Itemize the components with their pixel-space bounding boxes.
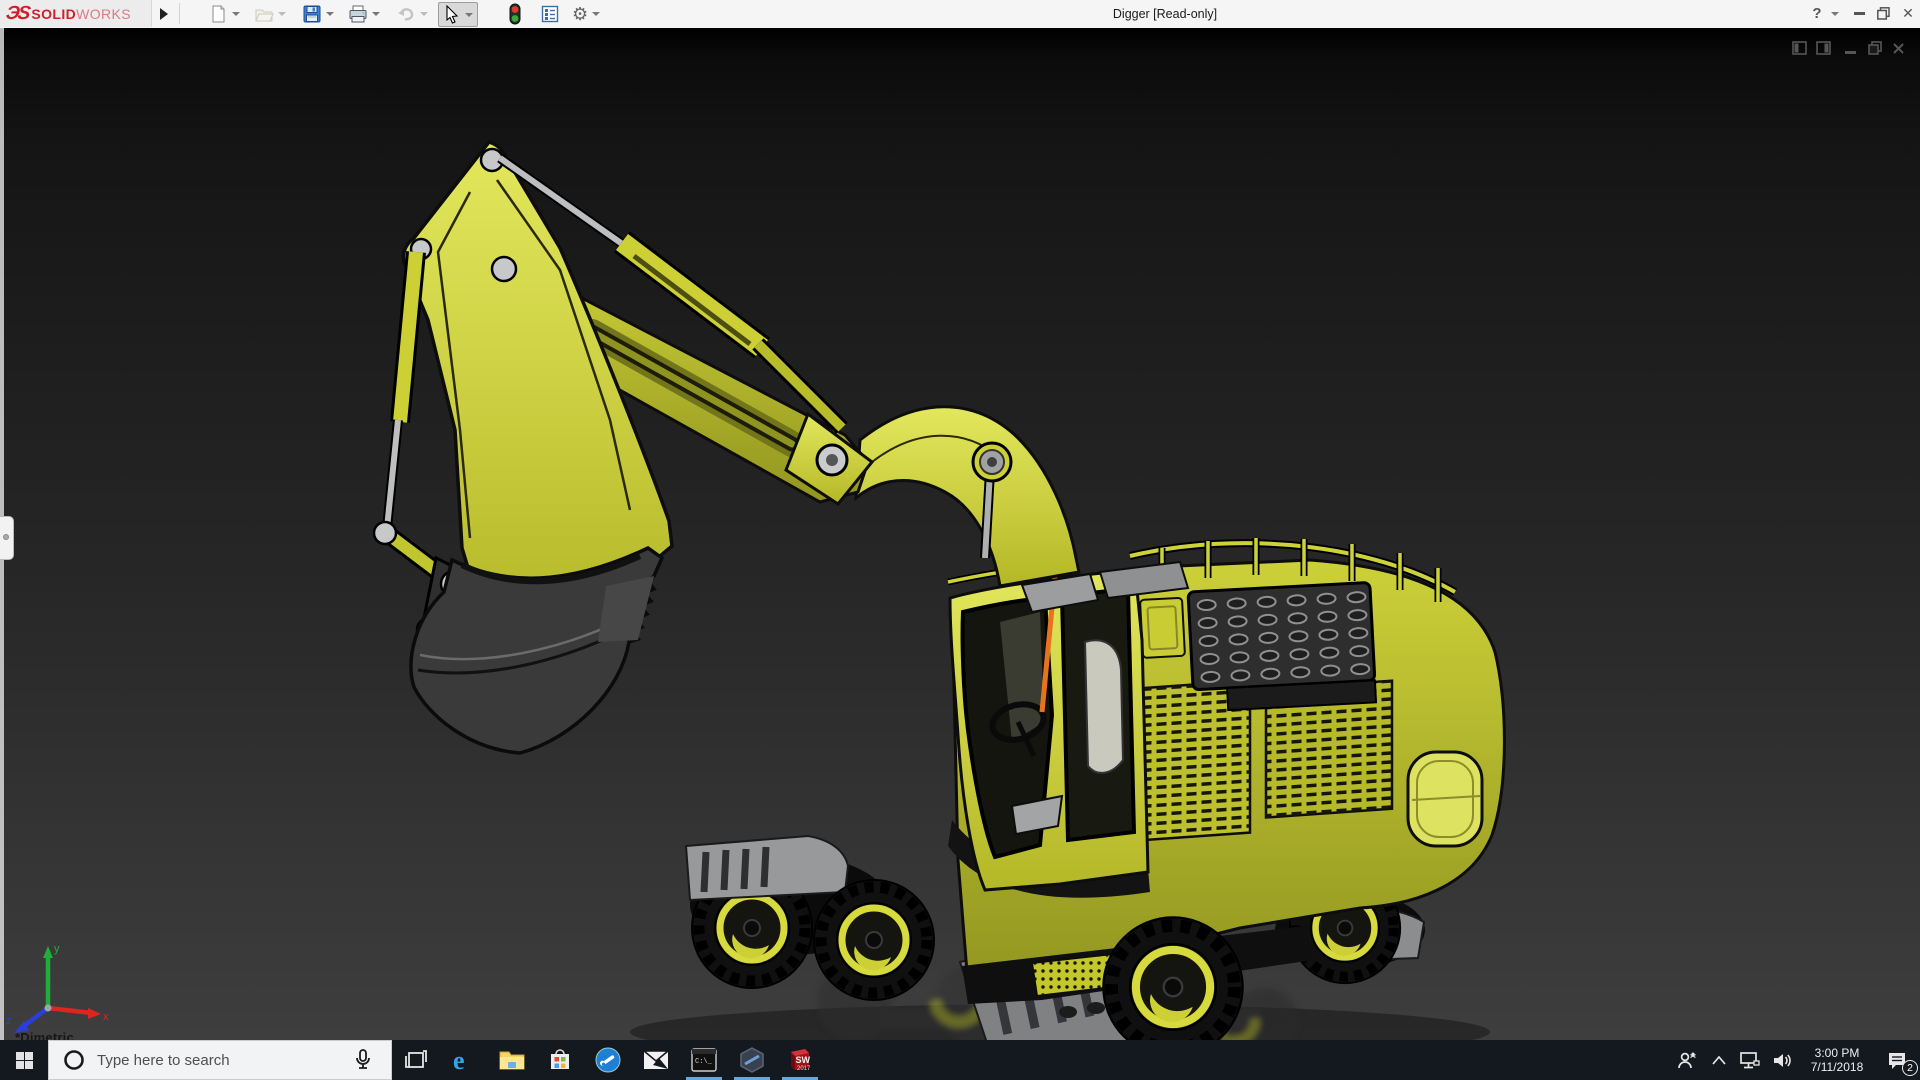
close-button[interactable]: ✕ (1897, 0, 1919, 27)
restore-icon (1868, 41, 1882, 55)
volume-button[interactable] (1766, 1040, 1800, 1080)
open-folder-icon (255, 9, 274, 21)
splitter-dot-icon (3, 534, 9, 540)
document-minimize-button[interactable] (1845, 40, 1856, 56)
people-button[interactable] (1670, 1040, 1704, 1080)
gear-icon: ⚙ (572, 3, 589, 24)
document-restore-button[interactable] (1868, 40, 1882, 56)
taskbar-item-tool[interactable] (584, 1040, 632, 1080)
command-prompt-icon: C:\_ (691, 1048, 717, 1072)
speaker-icon (1774, 1053, 1791, 1067)
solidworks-logo-mark: ЭS (4, 2, 30, 24)
print-button[interactable] (348, 2, 380, 25)
rebuild-traffic-light-icon (509, 3, 521, 24)
minimize-icon (1853, 12, 1865, 15)
document-close-button[interactable] (1892, 40, 1905, 56)
select-tool-button[interactable] (438, 2, 478, 27)
svg-text:C:\_: C:\_ (695, 1058, 713, 1066)
system-tray: 3:00 PM 7/11/2018 2 (1670, 1040, 1920, 1080)
restore-icon (1876, 7, 1890, 20)
close-icon (1893, 42, 1904, 54)
taskbar-item-solidworks-2017[interactable]: SW 2017 (776, 1040, 824, 1080)
mail-icon (643, 1050, 669, 1069)
windows-logo-icon (15, 1051, 33, 1069)
search-input[interactable] (95, 1050, 349, 1070)
select-cursor-icon (446, 4, 459, 24)
taskbar-item-file-explorer[interactable] (488, 1040, 536, 1080)
action-center-button[interactable]: 2 (1874, 1040, 1920, 1080)
file-explorer-icon (499, 1051, 525, 1070)
options-button[interactable]: ⚙ (572, 2, 601, 25)
file-properties-icon (541, 5, 559, 22)
svg-text:SW: SW (796, 1055, 811, 1065)
toolbar-separator (179, 3, 180, 24)
task-view-button[interactable] (392, 1040, 440, 1080)
minimize-icon (1845, 50, 1856, 54)
solidworks-logo-bold: SOLID (31, 5, 77, 22)
solidworks-logo-light: WORKS (76, 5, 132, 22)
screen: ЭS SOLID WORKS ⚙ Digger [Read-only] ? ✕ … (0, 0, 1920, 1080)
clock-time: 3:00 PM (1814, 1046, 1860, 1060)
save-icon (303, 5, 321, 22)
flyout-arrow-icon (160, 7, 168, 20)
notification-badge: 2 (1902, 1060, 1918, 1076)
minimize-button[interactable] (1848, 0, 1870, 27)
show-panel-left-button[interactable] (1792, 40, 1807, 56)
show-panel-right-button[interactable] (1816, 40, 1831, 56)
taskbar: e (0, 1040, 1920, 1080)
panel-right-icon (1816, 41, 1831, 55)
wrench-disc-icon (595, 1047, 621, 1073)
file-properties-button[interactable] (540, 2, 560, 25)
restore-button[interactable] (1872, 0, 1894, 27)
undo-button[interactable] (396, 2, 428, 25)
open-button[interactable] (254, 2, 286, 25)
taskbar-item-edrawings[interactable] (728, 1040, 776, 1080)
edge-icon: e (453, 1047, 465, 1073)
undo-icon (398, 7, 414, 20)
new-document-icon (212, 5, 225, 22)
hidden-icons-button[interactable] (1704, 1040, 1734, 1080)
help-dropdown[interactable] (1828, 0, 1842, 27)
clock-date: 7/11/2018 (1810, 1060, 1864, 1074)
panel-left-icon (1792, 41, 1807, 55)
solidworks-2017-icon: SW 2017 (791, 1049, 811, 1072)
store-icon (551, 1049, 569, 1069)
cortana-icon (64, 1050, 84, 1070)
help-button[interactable]: ? (1806, 0, 1828, 27)
new-document-button[interactable] (208, 2, 240, 25)
chevron-up-icon (1712, 1055, 1726, 1065)
title-bar: ЭS SOLID WORKS ⚙ Digger [Read-only] ? ✕ (0, 0, 1920, 29)
save-button[interactable] (302, 2, 334, 25)
taskbar-item-edge[interactable]: e (440, 1040, 488, 1080)
svg-text:e: e (453, 1047, 465, 1073)
svg-text:2017: 2017 (797, 1066, 811, 1072)
people-icon (1678, 1052, 1696, 1069)
taskbar-item-store[interactable] (536, 1040, 584, 1080)
taskbar-search[interactable] (48, 1040, 392, 1080)
toolbar-flyout-button[interactable] (154, 2, 174, 25)
rebuild-button[interactable] (508, 2, 522, 25)
window-title: Digger [Read-only] (1112, 7, 1218, 21)
taskbar-item-mail[interactable] (632, 1040, 680, 1080)
help-icon: ? (1812, 5, 1822, 22)
task-view-icon (405, 1050, 427, 1068)
network-icon (1740, 1051, 1760, 1068)
edrawings-icon (740, 1047, 764, 1073)
microphone-icon[interactable] (355, 1049, 371, 1071)
graphics-area[interactable] (0, 28, 1920, 1040)
start-button[interactable] (0, 1040, 48, 1080)
taskbar-item-command-prompt[interactable]: C:\_ (680, 1040, 728, 1080)
network-button[interactable] (1734, 1040, 1766, 1080)
clock[interactable]: 3:00 PM 7/11/2018 (1800, 1040, 1874, 1080)
close-icon: ✕ (1902, 5, 1914, 21)
solidworks-logo: ЭS SOLID WORKS (0, 0, 152, 27)
print-icon (349, 5, 367, 22)
panel-splitter-tab[interactable] (0, 516, 14, 560)
